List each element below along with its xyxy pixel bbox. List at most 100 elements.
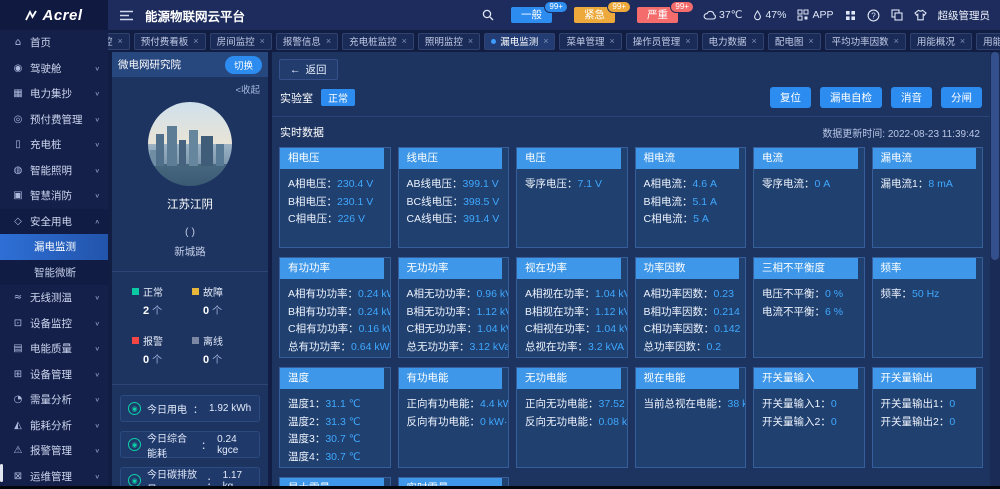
metric-separator: ： bbox=[588, 416, 599, 428]
alarm-badge[interactable]: 严重99+ bbox=[637, 7, 678, 23]
status-count-value: 2个 bbox=[143, 302, 192, 317]
tab[interactable]: 控× bbox=[108, 33, 130, 50]
tab-close-icon[interactable]: × bbox=[402, 36, 407, 46]
current-user[interactable]: 超级管理员 bbox=[938, 8, 991, 23]
app-qr[interactable]: APP bbox=[797, 9, 833, 21]
metric-separator: ： bbox=[327, 213, 338, 225]
metric-separator: ： bbox=[315, 398, 326, 410]
tab-close-icon[interactable]: × bbox=[609, 36, 614, 46]
collapse-panel-link[interactable]: <收起 bbox=[112, 77, 268, 96]
tab[interactable]: 房间监控× bbox=[210, 33, 272, 50]
sidebar-item-label: 预付费管理 bbox=[30, 112, 83, 127]
tab-label: 配电图 bbox=[775, 34, 804, 48]
chevron-down-icon: ∨ bbox=[95, 371, 101, 378]
action-button[interactable]: 漏电自检 bbox=[820, 87, 882, 108]
sidebar-item[interactable]: ▣智慧消防∨ bbox=[0, 183, 108, 209]
metric-row: B相电压：230.1 V bbox=[288, 194, 382, 212]
tab[interactable]: 用能报表× bbox=[976, 33, 1000, 50]
alarm-badge[interactable]: 一般99+ bbox=[511, 7, 552, 23]
sidebar-item[interactable]: ◎预付费管理∨ bbox=[0, 107, 108, 133]
action-button[interactable]: 复位 bbox=[770, 87, 811, 108]
alarm-badge[interactable]: 紧急99+ bbox=[574, 7, 615, 23]
tab[interactable]: 菜单管理 × bbox=[559, 33, 621, 50]
sidebar-scrollbar-thumb[interactable] bbox=[0, 464, 3, 482]
sidebar-item[interactable]: ▤电能质量∨ bbox=[0, 336, 108, 362]
metric-card-body: 正向有功电能：4.4 kW·h反向有功电能：0 kW·h bbox=[399, 389, 509, 438]
tab[interactable]: 照明监控× bbox=[418, 33, 480, 50]
search-icon[interactable] bbox=[482, 9, 494, 21]
sidebar-item[interactable]: ⊡设备监控∨ bbox=[0, 311, 108, 337]
tab[interactable]: 报警信息× bbox=[276, 33, 338, 50]
sidebar-item[interactable]: ⌂首页 bbox=[0, 30, 108, 56]
tab-close-icon[interactable]: × bbox=[326, 36, 331, 46]
tab-close-icon[interactable]: × bbox=[752, 36, 757, 46]
device-name: 实验室 bbox=[280, 90, 313, 106]
tab[interactable]: 充电桩监控 × bbox=[342, 33, 414, 50]
sidebar-item[interactable]: ◇安全用电∧ bbox=[0, 209, 108, 235]
metric-value: 391.4 V bbox=[463, 213, 499, 225]
tab-close-icon[interactable]: × bbox=[685, 36, 690, 46]
metric-card-body: 零序电压：7.1 V bbox=[517, 169, 627, 201]
vertical-scrollbar[interactable] bbox=[990, 52, 1000, 486]
sidebar-item[interactable]: ◭能耗分析∨ bbox=[0, 413, 108, 439]
vertical-scrollbar-thumb[interactable] bbox=[991, 52, 999, 260]
action-button[interactable]: 消音 bbox=[891, 87, 932, 108]
sidebar-subitem[interactable]: 智能微断 bbox=[0, 260, 108, 286]
sidebar-subitem[interactable]: 漏电监测 bbox=[0, 234, 108, 260]
metric-row: C相电压：226 V bbox=[288, 211, 382, 229]
metric-row: C相有功功率：0.16 kW bbox=[288, 321, 382, 339]
tab-close-icon[interactable]: × bbox=[118, 36, 123, 46]
tab[interactable]: 操作员管理× bbox=[626, 33, 698, 50]
tab-close-icon[interactable]: × bbox=[468, 36, 473, 46]
metric-value: 50 Hz bbox=[912, 288, 939, 300]
sidebar-item[interactable]: ◉驾驶舱∨ bbox=[0, 56, 108, 82]
sidebar-item[interactable]: ⚠报警管理∨ bbox=[0, 438, 108, 464]
tab-close-icon[interactable]: × bbox=[543, 36, 548, 46]
help-icon[interactable]: ? bbox=[867, 9, 880, 22]
tab-label: 菜单管理 bbox=[566, 34, 604, 48]
metric-separator: ： bbox=[578, 341, 589, 353]
tab[interactable]: 电力数据× bbox=[702, 33, 764, 50]
metric-label: 正向有功电能 bbox=[407, 398, 470, 410]
metric-row: 正向无功电能：37.52 kW·h bbox=[525, 396, 619, 414]
theme-shirt-icon[interactable] bbox=[914, 9, 927, 21]
copy-pages-icon[interactable] bbox=[891, 9, 903, 21]
tab-close-icon[interactable]: × bbox=[808, 36, 813, 46]
metric-card-body: AB线电压：399.1 VBC线电压：398.5 VCA线电压：391.4 V bbox=[399, 169, 509, 236]
tab[interactable]: 配电图 × bbox=[768, 33, 821, 50]
metric-card: 开关量输入开关量输入1：0开关量输入2：0 bbox=[753, 367, 865, 468]
chevron-down-icon: ∨ bbox=[95, 447, 101, 454]
tab-close-icon[interactable]: × bbox=[193, 36, 198, 46]
metric-card-title: 相电流 bbox=[636, 148, 740, 169]
metric-card: 开关量输出开关量输出1：0开关量输出2：0 bbox=[872, 367, 984, 468]
sidebar-item[interactable]: ◍智能照明∨ bbox=[0, 158, 108, 184]
metric-label: B相功率因数 bbox=[644, 306, 704, 318]
tab-close-icon[interactable]: × bbox=[894, 36, 899, 46]
sidebar-item[interactable]: ▯充电桩∨ bbox=[0, 132, 108, 158]
sidebar-item[interactable]: ≈无线测温∨ bbox=[0, 285, 108, 311]
sidebar-item[interactable]: ◔需量分析∨ bbox=[0, 387, 108, 413]
tab[interactable]: 预付费看板× bbox=[134, 33, 206, 50]
switch-site-button[interactable]: 切换 bbox=[225, 56, 262, 74]
metric-value: 0 bbox=[949, 416, 955, 428]
today-stat-label: 今日碳排放量 bbox=[147, 466, 201, 487]
back-button[interactable]: ←返回 bbox=[279, 59, 338, 80]
sidebar-item[interactable]: ▦电力集抄∨ bbox=[0, 81, 108, 107]
tab-close-icon[interactable]: × bbox=[960, 36, 965, 46]
metric-card-body: A相无功功率：0.96 kVarB相无功功率：1.12 kVarC相无功功率：1… bbox=[399, 279, 509, 358]
fullscreen-icon[interactable] bbox=[845, 10, 856, 21]
tab[interactable]: 平均功率因数× bbox=[825, 33, 906, 50]
metric-row: 正向有功电能：4.4 kW·h bbox=[407, 396, 501, 414]
metric-separator: ： bbox=[588, 398, 599, 410]
tab-close-icon[interactable]: × bbox=[260, 36, 265, 46]
sidebar-item[interactable]: ⊞设备管理∨ bbox=[0, 362, 108, 388]
tab[interactable]: 用能概况× bbox=[910, 33, 972, 50]
app-header: Acrel 能源物联网云平台 一般99+紧急99+严重99+ 37℃ 47% A… bbox=[0, 0, 1000, 30]
action-button[interactable]: 分闸 bbox=[941, 87, 982, 108]
metric-row: C相视在功率：1.04 kVA bbox=[525, 321, 619, 339]
tab-label: 充电桩监控 bbox=[349, 34, 397, 48]
menu-fold-icon[interactable] bbox=[120, 10, 133, 21]
tab[interactable]: 漏电监测× bbox=[484, 33, 555, 50]
sidebar-item[interactable]: ⊠运维管理∨ bbox=[0, 464, 108, 489]
metric-row: 电流不平衡：6 % bbox=[762, 304, 856, 322]
